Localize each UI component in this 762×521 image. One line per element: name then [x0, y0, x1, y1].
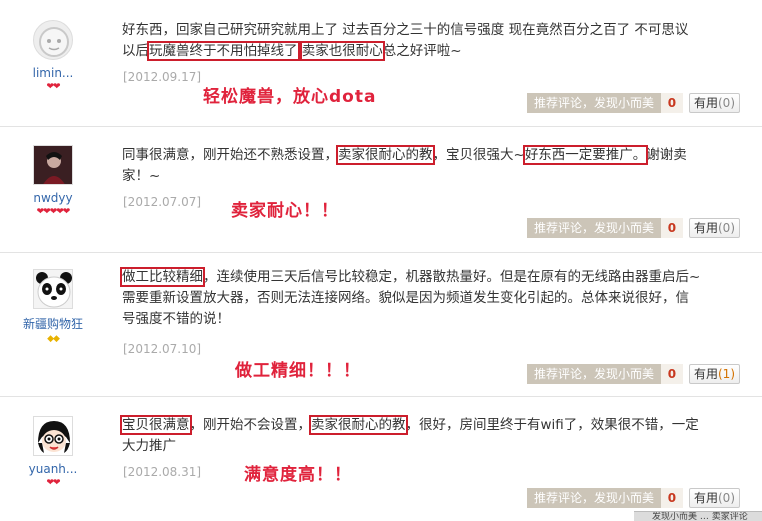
highlight-box: 好东西一定要推广。 — [522, 145, 649, 165]
highlight-box: 宝贝很满意 — [120, 415, 192, 435]
annotation-note: 轻松魔兽，放心dota — [203, 87, 377, 107]
useful-label: 有用 — [693, 96, 718, 110]
recommend-review-button[interactable]: 推荐评论，发现小而美 — [526, 93, 661, 113]
useful-count: (0) — [718, 491, 735, 505]
recommend-count: 0 — [660, 364, 683, 384]
review-text-part: ，宝贝很强大~ — [432, 147, 525, 163]
review-actions: 推荐评论，发现小而美 0 有用(1) — [526, 364, 740, 384]
reviewer: yuanh... ❤❤ — [18, 416, 88, 488]
recommend-count: 0 — [660, 218, 683, 238]
useful-label: 有用 — [693, 367, 718, 381]
buyer-rank-icon: ❤❤ — [46, 478, 60, 488]
useful-label: 有用 — [693, 491, 718, 505]
username[interactable]: 新疆购物狂 — [18, 315, 88, 332]
panda-avatar-icon — [34, 270, 72, 308]
highlight-box: 玩魔兽终于不用怕掉线了 — [147, 41, 300, 61]
username[interactable]: limin... — [18, 66, 88, 80]
review-actions: 推荐评论，发现小而美 0 有用(0) — [526, 218, 740, 238]
review-text: 好东西，回家自己研究研究就用上了 过去百分之三十的信号强度 现在竟然百分之百了 … — [122, 20, 702, 62]
reviewer: 新疆购物狂 ◆◆ — [18, 269, 88, 344]
annotation-note: 卖家耐心！！ — [231, 201, 339, 221]
reviewer: limin... ❤❤ — [18, 20, 88, 92]
buyer-rank-icon: ◆◆ — [47, 334, 60, 344]
buyer-rank-icon: ❤❤❤❤❤ — [36, 207, 71, 217]
review-date: [2012.07.07] — [123, 195, 202, 209]
avatar[interactable] — [33, 145, 73, 185]
default-avatar-icon — [39, 27, 69, 57]
highlight-box: 卖家也很耐心 — [299, 41, 385, 61]
recommend-count: 0 — [660, 488, 683, 508]
cartoon-avatar-icon — [34, 417, 72, 455]
review-text: 同事很满意，刚开始还不熟悉设置，卖家很耐心的教，宝贝很强大~好东西一定要推广。谢… — [122, 145, 702, 187]
highlight-box: 做工比较精细 — [120, 267, 205, 287]
review-text-part: ，刚开始不会设置， — [189, 417, 312, 433]
review-item: nwdyy ❤❤❤❤❤ 同事很满意，刚开始还不熟悉设置，卖家很耐心的教，宝贝很强… — [0, 128, 762, 253]
recommend-review-button[interactable]: 推荐评论，发现小而美 — [526, 488, 661, 508]
highlight-box: 卖家很耐心的教 — [336, 145, 435, 165]
reviewer: nwdyy ❤❤❤❤❤ — [18, 145, 88, 217]
review-item: yuanh... ❤❤ 宝贝很满意，刚开始不会设置，卖家很耐心的教，很好，房间里… — [0, 398, 762, 521]
useful-label: 有用 — [693, 221, 718, 235]
review-text: 做工比较精细，连续使用三天后信号比较稳定，机器散热量好。但是在原有的无线路由器重… — [120, 267, 702, 330]
review-item: limin... ❤❤ 好东西，回家自己研究研究就用上了 过去百分之三十的信号强… — [0, 0, 762, 127]
avatar[interactable] — [33, 20, 73, 60]
review-date: [2012.09.17] — [123, 70, 202, 84]
useful-button[interactable]: 有用(1) — [688, 364, 740, 384]
review-text-part: 同事很满意，刚开始还不熟悉设置， — [122, 147, 338, 163]
username[interactable]: nwdyy — [18, 191, 88, 205]
useful-button[interactable]: 有用(0) — [688, 488, 740, 508]
annotation-note: 做工精细！！！ — [235, 361, 361, 381]
highlight-box: 卖家很耐心的教 — [309, 415, 408, 435]
review-text-part: 总之好评啦~ — [382, 43, 462, 59]
useful-count: (0) — [718, 221, 735, 235]
photo-avatar-icon — [34, 146, 72, 184]
useful-button[interactable]: 有用(0) — [688, 93, 740, 113]
username[interactable]: yuanh... — [18, 462, 88, 476]
review-actions: 推荐评论，发现小而美 0 有用(0) — [526, 93, 740, 113]
review-item: 新疆购物狂 ◆◆ 做工比较精细，连续使用三天后信号比较稳定，机器散热量好。但是在… — [0, 254, 762, 397]
recommend-review-button[interactable]: 推荐评论，发现小而美 — [526, 364, 661, 384]
useful-count: (0) — [718, 96, 735, 110]
recommend-count: 0 — [660, 93, 683, 113]
buyer-rank-icon: ❤❤ — [46, 82, 60, 92]
review-text-part: ，连续使用三天后信号比较稳定，机器散热量好。但是在原有的无线路由器重启后~需要重… — [122, 269, 701, 327]
avatar[interactable] — [33, 269, 73, 309]
review-date: [2012.07.10] — [123, 342, 202, 356]
review-date: [2012.08.31] — [123, 465, 202, 479]
recommend-review-button[interactable]: 推荐评论，发现小而美 — [526, 218, 661, 238]
useful-button[interactable]: 有用(0) — [688, 218, 740, 238]
bottom-toolbar-fragment[interactable]: 发现小而美 … 卖家评论 — [634, 511, 762, 521]
useful-count: (1) — [718, 367, 735, 381]
avatar[interactable] — [33, 416, 73, 456]
review-actions: 推荐评论，发现小而美 0 有用(0) — [526, 488, 740, 508]
review-text: 宝贝很满意，刚开始不会设置，卖家很耐心的教，很好，房间里终于有wifi了，效果很… — [120, 415, 702, 457]
annotation-note: 满意度高！！ — [244, 465, 352, 485]
